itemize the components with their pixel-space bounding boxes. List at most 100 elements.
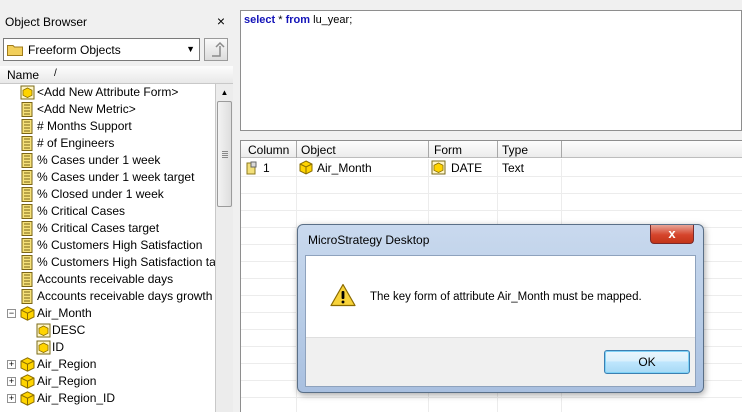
grid-header: Column Object Form Type — [241, 141, 742, 158]
expand-icon[interactable]: + — [7, 394, 16, 403]
object-browser-header: Object Browser × — [0, 11, 233, 33]
metric-icon — [21, 119, 33, 134]
attribute-form-icon — [20, 85, 35, 100]
tree-item[interactable]: Accounts receivable days — [0, 271, 215, 288]
dialog-title: MicroStrategy Desktop — [308, 233, 430, 247]
tree-item-label: Air_Region — [37, 374, 97, 388]
tree-scrollbar[interactable]: ▲ — [216, 84, 233, 412]
dialog-body: The key form of attribute Air_Month must… — [305, 255, 696, 387]
metric-icon — [21, 289, 33, 304]
tree-item[interactable]: ID — [0, 339, 215, 356]
tree-item-label: % Cases under 1 week target — [37, 170, 195, 184]
metric-icon — [21, 187, 33, 202]
tree-item[interactable]: % Critical Cases — [0, 203, 215, 220]
header-form[interactable]: Form — [434, 143, 462, 157]
location-text: Freeform Objects — [28, 43, 121, 57]
scroll-up-icon[interactable]: ▲ — [216, 84, 233, 101]
attribute-icon — [20, 357, 35, 372]
attribute-icon — [299, 160, 313, 175]
metric-icon — [21, 221, 33, 236]
tree-item[interactable]: + Air_Region — [0, 373, 215, 390]
tree-item-label: Accounts receivable days growth — [37, 289, 213, 303]
cell-form: DATE — [451, 161, 483, 175]
tree-item[interactable]: % Cases under 1 week target — [0, 169, 215, 186]
tree-item-label: % Customers High Satisfaction ta — [37, 255, 216, 269]
tree-item-label: DESC — [52, 323, 86, 337]
attribute-form-icon — [431, 160, 446, 175]
ok-button[interactable]: OK — [604, 350, 690, 374]
name-column-label: Name — [7, 68, 40, 82]
tree-item[interactable]: % Customers High Satisfaction — [0, 237, 215, 254]
up-folder-icon — [212, 41, 225, 57]
chevron-down-icon[interactable]: ▼ — [186, 44, 195, 54]
attribute-form-icon — [36, 340, 51, 355]
sql-table-name: lu_year; — [310, 14, 353, 26]
metric-icon — [21, 204, 33, 219]
tree-item[interactable]: # of Engineers — [0, 135, 215, 152]
metric-icon — [21, 136, 33, 151]
close-icon[interactable]: × — [217, 13, 225, 29]
metric-icon — [21, 153, 33, 168]
tree-item[interactable]: − Air_Month — [0, 305, 215, 322]
metric-icon — [21, 102, 33, 117]
attribute-icon — [20, 374, 35, 389]
cell-column: 1 — [263, 161, 270, 175]
object-browser-title: Object Browser — [5, 15, 88, 29]
up-one-level-button[interactable] — [204, 38, 228, 61]
sql-editor[interactable]: select * from lu_year; — [240, 10, 742, 131]
expand-icon[interactable]: + — [7, 360, 16, 369]
cell-object: Air_Month — [317, 161, 372, 175]
tree-item[interactable]: % Critical Cases target — [0, 220, 215, 237]
tree-item-label: Air_Region — [37, 357, 97, 371]
close-icon: x — [668, 226, 676, 241]
tree-item-label: % Critical Cases target — [37, 221, 160, 235]
tree-item[interactable]: <Add New Attribute Form> — [0, 84, 215, 101]
tree-item[interactable]: # Months Support — [0, 118, 215, 135]
tree-item-label: <Add New Metric> — [37, 102, 136, 116]
tree-item-label: # Months Support — [37, 119, 132, 133]
warning-icon — [330, 283, 356, 307]
column-key-icon — [246, 161, 257, 175]
metric-icon — [21, 272, 33, 287]
attribute-icon — [20, 391, 35, 406]
cell-type: Text — [502, 161, 525, 175]
dialog-message: The key form of attribute Air_Month must… — [370, 291, 642, 303]
location-dropdown[interactable]: Freeform Objects ▼ — [3, 38, 200, 61]
tree-item[interactable]: + Air_Region — [0, 356, 215, 373]
expand-icon[interactable]: + — [7, 377, 16, 386]
collapse-icon[interactable]: − — [7, 309, 16, 318]
tree-item[interactable]: % Closed under 1 week — [0, 186, 215, 203]
tree-item[interactable]: % Customers High Satisfaction ta — [0, 254, 216, 271]
tree-item-label: % Customers High Satisfaction — [37, 238, 203, 252]
dialog-footer: OK — [306, 337, 695, 386]
tree-item-label: Air_Month — [37, 306, 92, 320]
metric-icon — [21, 238, 33, 253]
tree-item-label: # of Engineers — [37, 136, 115, 150]
header-type[interactable]: Type — [502, 143, 528, 157]
tree-item-label: % Critical Cases — [37, 204, 126, 218]
object-browser-panel: Object Browser × Freeform Objects ▼ Name… — [0, 0, 233, 412]
sql-star: * — [275, 14, 286, 26]
tree-item-label: <Add New Attribute Form> — [37, 85, 179, 99]
tree-item-label: Air_Region_ID — [37, 391, 116, 405]
tree-item[interactable]: Accounts receivable days growth — [0, 288, 215, 305]
header-column[interactable]: Column — [248, 143, 289, 157]
tree-item[interactable]: % Cases under 1 week — [0, 152, 215, 169]
tree-item[interactable]: <Add New Metric> — [0, 101, 215, 118]
sort-indicator-icon: / — [54, 68, 57, 79]
tree-item-label: % Cases under 1 week — [37, 153, 161, 167]
sql-keyword-select: select — [244, 14, 276, 26]
metric-icon — [21, 255, 33, 270]
scroll-thumb[interactable] — [217, 101, 232, 207]
attribute-icon — [20, 306, 35, 321]
folder-icon — [7, 45, 23, 56]
tree-item[interactable]: + Air_Region_ID — [0, 390, 215, 407]
dialog-close-button[interactable]: x — [650, 225, 694, 244]
tree-item[interactable]: DESC — [0, 322, 215, 339]
tree-item-label: % Closed under 1 week — [37, 187, 164, 201]
name-column-header[interactable]: Name / — [0, 66, 233, 84]
object-tree[interactable]: <Add New Attribute Form> <Add New Metric>… — [0, 84, 216, 412]
attribute-form-icon — [36, 323, 51, 338]
tree-item-label: ID — [52, 340, 64, 354]
header-object[interactable]: Object — [301, 143, 336, 157]
